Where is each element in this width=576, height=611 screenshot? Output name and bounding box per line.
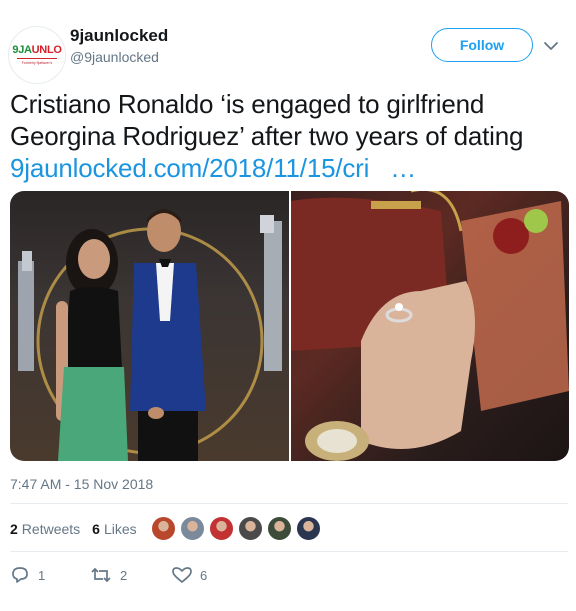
user-handle[interactable]: @9jaunlocked (70, 49, 159, 65)
divider (10, 551, 568, 552)
retweets-stat[interactable]: 2 Retweets (10, 521, 80, 537)
avatar-logo: 9JAUNLO (12, 44, 62, 56)
like-button[interactable]: 6 (172, 566, 207, 584)
retweet-button[interactable]: 2 (90, 566, 127, 584)
liker-avatar[interactable] (238, 516, 263, 541)
liker-avatar[interactable] (151, 516, 176, 541)
tweet-link[interactable]: 9jaunlocked.com/2018/11/15/cri … (10, 153, 416, 183)
likers-avatars (151, 516, 325, 541)
likes-stat[interactable]: 6 Likes (92, 521, 136, 537)
like-count: 6 (200, 567, 208, 583)
liker-avatar[interactable] (296, 516, 321, 541)
reply-icon (12, 567, 28, 583)
media-gallery[interactable] (10, 191, 569, 461)
liker-avatar[interactable] (267, 516, 292, 541)
tweet-timestamp[interactable]: 7:47 AM - 15 Nov 2018 (10, 476, 153, 492)
avatar-tagline: Formerly 9jaflaver's (21, 61, 53, 65)
avatar-logo-rule (17, 58, 57, 59)
reply-button[interactable]: 1 (10, 566, 45, 584)
retweet-count: 2 (120, 567, 128, 583)
heart-icon (172, 567, 192, 583)
media-photo-ring[interactable] (291, 191, 569, 461)
display-name[interactable]: 9jaunlocked (70, 26, 168, 46)
avatar[interactable]: 9JAUNLO Formerly 9jaflaver's (8, 26, 66, 84)
divider (10, 503, 568, 504)
engagement-stats: 2 Retweets 6 Likes (10, 521, 137, 537)
tweet-body: Cristiano Ronaldo ‘is engaged to girlfri… (10, 89, 524, 151)
liker-avatar[interactable] (180, 516, 205, 541)
liker-avatar[interactable] (209, 516, 234, 541)
follow-button[interactable]: Follow (431, 28, 533, 62)
retweet-icon (91, 567, 111, 583)
media-photo-couple[interactable] (10, 191, 289, 461)
tweet-text: Cristiano Ronaldo ‘is engaged to girlfri… (10, 88, 570, 184)
chevron-down-icon[interactable] (541, 36, 561, 56)
reply-count: 1 (38, 567, 46, 583)
